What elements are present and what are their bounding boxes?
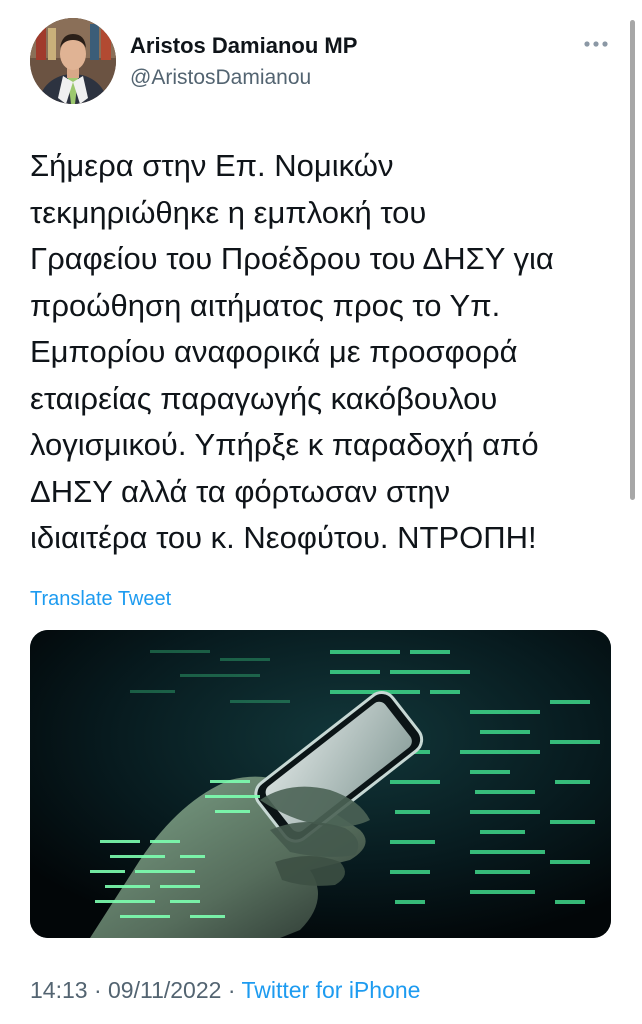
tweet-text-line: ιδιαιτέρα του κ. Νεοφύτου. ΝΤΡΟΠΗ! [30, 520, 537, 555]
meta-separator: · [227, 977, 236, 1003]
tweet-date: 09/11/2022 [108, 977, 222, 1003]
tweet-text-line: λογισμικού. Υπήρξε κ παραδοχή από [30, 427, 539, 462]
avatar-photo [30, 18, 116, 104]
author-avatar[interactable] [30, 18, 116, 104]
tweet-text-line: προώθηση αιτήματος προς το Υπ. [30, 287, 501, 323]
tweet-text-line: εταιρείας παραγωγής κακόβουλου [30, 380, 498, 416]
hacker-phone-image [30, 630, 611, 938]
author-handle[interactable]: @AristosDamianou [130, 66, 311, 90]
tweet-time: 14:13 [30, 977, 88, 1003]
tweet-text: Σήμερα στην Επ. Νομικών τεκμηριώθηκε η ε… [30, 143, 620, 562]
tweet-source-link[interactable]: Twitter for iPhone [241, 977, 420, 1003]
tweet-text-line: τεκμηριώθηκε η εμπλοκή του [30, 194, 427, 230]
tweet-text-line: Σήμερα στην Επ. Νομικών [30, 148, 394, 183]
tweet-media-image[interactable] [30, 630, 611, 938]
more-horizontal-icon [584, 41, 608, 47]
scrollbar[interactable] [630, 20, 635, 500]
translate-tweet-link[interactable]: Translate Tweet [30, 588, 171, 611]
tweet-text-line: ΔΗΣΥ αλλά τα φόρτωσαν στην [30, 473, 451, 509]
tweet-text-line: Γραφείου του Προέδρου του ΔΗΣΥ για [30, 241, 554, 276]
meta-separator: · [93, 977, 102, 1003]
tweet-text-line: Εμπορίου αναφορικά με προσφορά [30, 334, 518, 369]
tweet-meta: 14:13 · 09/11/2022 · Twitter for iPhone [30, 977, 420, 1004]
more-icon[interactable] [582, 34, 612, 54]
author-name[interactable]: Aristos Damianou MP [130, 33, 357, 59]
